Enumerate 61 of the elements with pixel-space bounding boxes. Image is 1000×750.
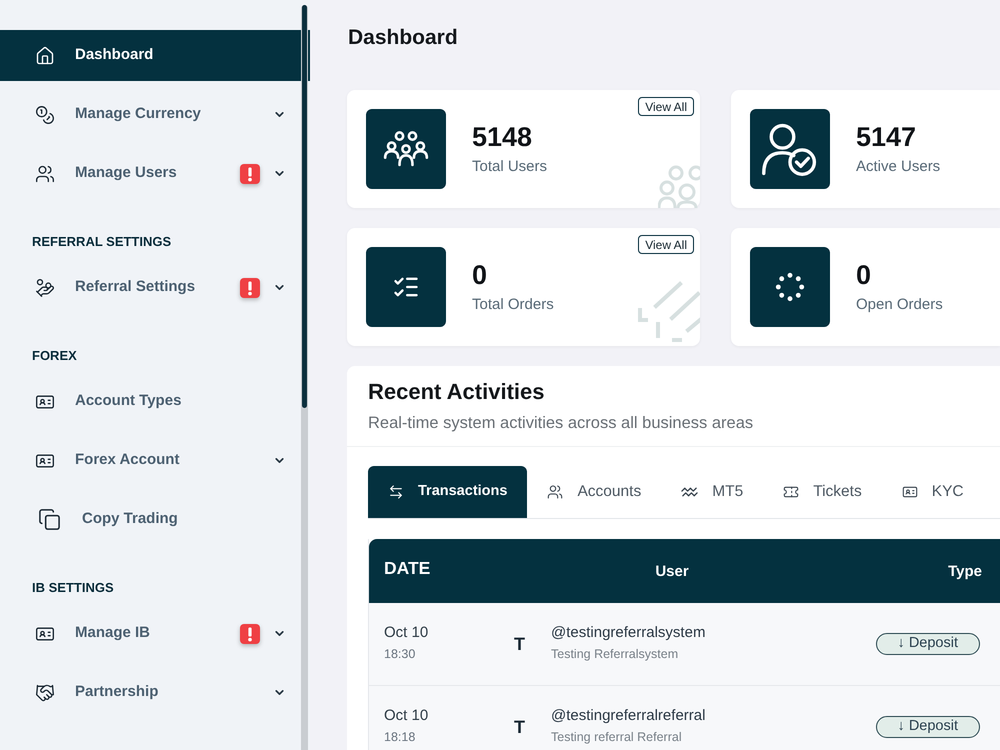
page-title: Dashboard (348, 25, 458, 51)
username-text: @testingreferralreferral (551, 707, 706, 725)
stat-value: 5147 (856, 121, 916, 153)
avatar-initial: T (514, 716, 525, 738)
ticket-icon (783, 484, 800, 500)
section-heading: REFERRAL SETTINGS (32, 234, 172, 250)
tab[interactable]: Accounts (527, 466, 662, 518)
stat-value: 0 (472, 259, 488, 291)
sidebar-item[interactable]: Partnership (0, 667, 310, 718)
username-text: @testingreferralsystem (551, 624, 706, 642)
time-text: 18:18 (384, 730, 416, 745)
swap-arrows-icon (388, 484, 404, 500)
full-name-text: Testing Referralsystem (551, 647, 678, 662)
view-all-button[interactable]: View All (638, 97, 694, 116)
users-icon (35, 164, 55, 184)
column-header: User (655, 562, 689, 582)
faded-users-icon (658, 164, 700, 208)
column-header: DATE (384, 556, 430, 580)
sidebar-item[interactable]: Referral Settings (0, 262, 310, 313)
sidebar-item[interactable]: Manage Currency (0, 89, 310, 140)
type-badge: ↓ Deposit (876, 716, 980, 738)
hand-coins-icon (35, 278, 55, 298)
date-text: Oct 10 (384, 707, 428, 725)
section-heading: IB SETTINGS (32, 580, 114, 596)
handshake-icon (35, 682, 55, 702)
stat-label: Active Users (856, 157, 940, 177)
coins-icon (35, 104, 55, 124)
user-check-icon (750, 109, 830, 189)
stat-value: 0 (856, 259, 872, 291)
panel-subtitle: Real-time system activities across all business areas (368, 413, 754, 434)
tab[interactable]: KYC (882, 466, 984, 518)
sidebar-item[interactable]: Copy Trading (0, 494, 310, 545)
panel-title: Recent Activities (368, 378, 544, 406)
column-header: Type (948, 562, 982, 582)
stat-value: 5148 (472, 121, 532, 153)
id-card-icon (902, 484, 918, 500)
avatar-initial: T (514, 633, 525, 655)
users-group-icon (366, 109, 446, 189)
sidebar-item[interactable]: Forex Account (0, 435, 310, 486)
checklist-icon (366, 247, 446, 327)
sidebar-item[interactable]: Manage Users (0, 148, 310, 199)
home-icon (35, 46, 55, 66)
users-icon (547, 484, 564, 500)
full-name-text: Testing referral Referral (551, 730, 682, 745)
copy-icon (38, 508, 61, 531)
tab[interactable]: Transactions (368, 466, 528, 518)
sidebar-item[interactable]: Account Types (0, 376, 310, 427)
view-all-button[interactable]: View All (638, 235, 694, 254)
sidebar-item[interactable]: Manage IB (0, 608, 310, 659)
scrollbar-thumb[interactable] (302, 5, 307, 408)
type-badge: ↓ Deposit (876, 633, 980, 655)
stat-label: Open Orders (856, 295, 943, 315)
sidebar-item[interactable]: Dashboard (0, 30, 310, 81)
time-text: 18:30 (384, 647, 416, 662)
section-heading: FOREX (32, 348, 77, 364)
stat-label: Total Orders (472, 295, 554, 315)
stat-label: Total Users (472, 157, 548, 177)
tab[interactable]: MT5 (661, 466, 764, 518)
tab[interactable]: Tickets (763, 466, 882, 518)
wave-icon (681, 486, 698, 498)
date-text: Oct 10 (384, 624, 428, 642)
